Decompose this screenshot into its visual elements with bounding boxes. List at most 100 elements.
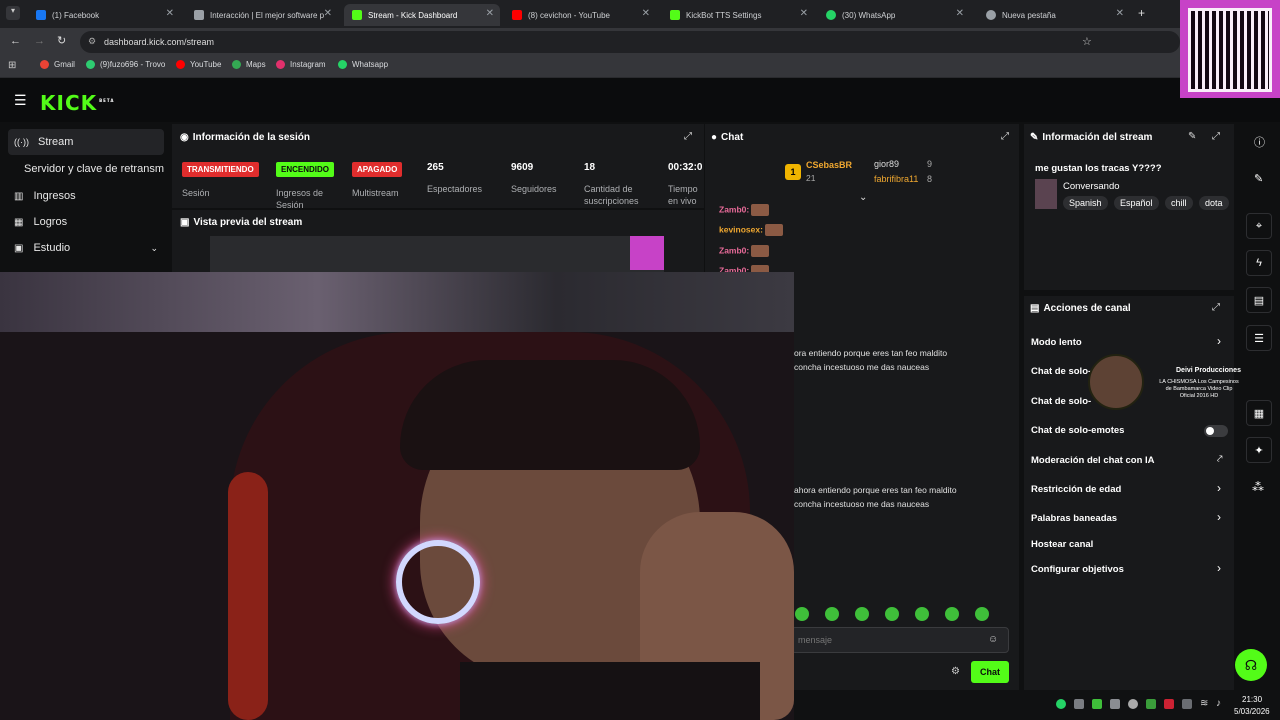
emoji-icon[interactable]: ☺ (988, 634, 998, 645)
forward-icon[interactable]: → (34, 35, 45, 47)
chevron-right-icon[interactable]: › (1217, 561, 1221, 575)
sidebar-item-server-key[interactable]: Servidor y clave de retransm (18, 156, 174, 182)
pencil-icon[interactable]: ✎ (1254, 172, 1263, 185)
chair-red-stripe (228, 472, 268, 720)
site-info-icon[interactable]: ⚙ (88, 36, 96, 47)
back-icon[interactable]: ← (10, 35, 21, 47)
tab-new[interactable]: Nueva pestaña ✕ (978, 4, 1130, 26)
gifter-name-3[interactable]: fabrifibra11 (874, 174, 918, 184)
bookmark-trovo[interactable]: (9)fuzo696 - Trovo (86, 60, 165, 69)
printer-icon[interactable]: ▦ (1246, 400, 1272, 426)
taskbar: ≋ ♪ 21:30 5/03/2026 (794, 690, 1280, 720)
close-icon[interactable]: ✕ (642, 8, 650, 19)
sidebar-item-logros[interactable]: ▦ Logros (8, 209, 164, 235)
app-icon[interactable] (1182, 699, 1192, 709)
tab-list-button[interactable]: ▾ (6, 6, 20, 20)
sidebar-item-ingresos[interactable]: ▥ Ingresos (8, 183, 164, 209)
instagram-icon (276, 60, 285, 69)
action-subscribers-only[interactable]: Chat de solo- (1031, 396, 1091, 407)
tab-kickbot[interactable]: KickBot TTS Settings ✕ (662, 4, 814, 26)
app-icon[interactable] (1164, 699, 1174, 709)
nodes-icon[interactable]: ⁂ (1252, 480, 1264, 494)
tab-whatsapp[interactable]: (30) WhatsApp ✕ (818, 4, 970, 26)
close-icon[interactable]: ✕ (956, 8, 964, 19)
whatsapp-icon[interactable] (1056, 699, 1066, 709)
app-icon[interactable] (1146, 699, 1156, 709)
kick-logo[interactable]: KICK BETA (40, 91, 114, 115)
emote-bar[interactable] (795, 607, 1015, 623)
chat-input[interactable] (791, 627, 1009, 653)
bookmark-star-icon[interactable]: ☆ (1082, 35, 1092, 48)
tab-kick-dashboard[interactable]: Stream - Kick Dashboard ✕ (344, 4, 500, 26)
bookmark-youtube[interactable]: YouTube (176, 60, 221, 69)
close-icon[interactable]: ✕ (324, 8, 332, 19)
chevron-right-icon[interactable]: › (1217, 334, 1221, 348)
emote[interactable] (915, 607, 929, 621)
action-ai-moderation[interactable]: Moderación del chat con IA (1031, 455, 1155, 466)
chevron-right-icon[interactable]: › (1217, 510, 1221, 524)
app-icon[interactable] (1110, 699, 1120, 709)
action-host-channel[interactable]: Hostear canal (1031, 539, 1093, 550)
reload-icon[interactable]: ↻ (57, 34, 66, 47)
edit-icon[interactable]: ✎ (1188, 131, 1196, 142)
emote[interactable] (795, 607, 809, 621)
emote[interactable] (945, 607, 959, 621)
close-icon[interactable]: ✕ (166, 8, 174, 19)
external-link-icon[interactable]: ⤤ (1217, 454, 1223, 465)
app-icon[interactable] (1128, 699, 1138, 709)
document-icon[interactable]: ▤ (1246, 287, 1272, 313)
expand-icon[interactable]: ⤢ (684, 131, 692, 142)
bookmark-gmail[interactable]: Gmail (40, 60, 75, 69)
stream-preview-thumbnail[interactable] (210, 236, 664, 272)
app-icon[interactable] (1092, 699, 1102, 709)
chat-send-button[interactable]: Chat (971, 661, 1009, 683)
expand-icon[interactable]: ⤢ (1212, 131, 1220, 142)
gear-icon[interactable]: ⚙ (951, 666, 960, 677)
emote[interactable] (855, 607, 869, 621)
chevron-right-icon[interactable]: › (1217, 481, 1221, 495)
clip-icon[interactable]: ⌖ (1246, 213, 1272, 239)
session-label: Sesión (182, 188, 210, 198)
sidebar-item-stream[interactable]: ((·)) Stream (8, 129, 164, 155)
bookmark-whatsapp[interactable]: Whatsapp (338, 60, 388, 69)
emote[interactable] (825, 607, 839, 621)
url-field[interactable]: ⚙ dashboard.kick.com/stream ☆ (80, 31, 1180, 53)
app-icon[interactable] (1074, 699, 1084, 709)
action-followers-only[interactable]: Chat de solo- (1031, 366, 1091, 377)
close-icon[interactable]: ✕ (1116, 8, 1124, 19)
expand-icon[interactable]: ⤢ (1212, 302, 1220, 313)
tab-facebook[interactable]: (1) Facebook ✕ (28, 4, 180, 26)
close-icon[interactable]: ✕ (800, 8, 808, 19)
apps-icon[interactable]: ⊞ (8, 60, 16, 71)
message-icon[interactable]: ☰ (1246, 325, 1272, 351)
wifi-icon[interactable]: ≋ (1200, 698, 1208, 709)
chat-title: ● Chat (711, 132, 744, 143)
qr-code-image (1188, 8, 1272, 92)
action-emotes-only[interactable]: Chat de solo-emotes (1031, 425, 1124, 436)
action-banned-words[interactable]: Palabras baneadas (1031, 513, 1117, 524)
expand-icon[interactable]: ⤢ (1001, 131, 1009, 142)
support-button[interactable]: ☊ (1235, 649, 1267, 681)
top-gifter-name[interactable]: CSebasBR (806, 160, 852, 170)
emote[interactable] (885, 607, 899, 621)
category-name[interactable]: Conversando (1063, 181, 1120, 192)
info-icon[interactable]: ⓘ (1254, 134, 1265, 150)
new-tab-button[interactable]: + (1138, 6, 1145, 20)
tab-interaccion[interactable]: Interacción | El mejor software p ✕ (186, 4, 338, 26)
action-age-restriction[interactable]: Restricción de edad (1031, 484, 1121, 495)
lightning-icon[interactable]: ϟ (1246, 250, 1272, 276)
volume-icon[interactable]: ♪ (1216, 698, 1221, 709)
close-icon[interactable]: ✕ (486, 8, 494, 19)
wrench-icon[interactable]: ✦ (1246, 437, 1272, 463)
emotes-only-toggle[interactable] (1204, 425, 1228, 437)
sidebar-item-estudio[interactable]: ▣ Estudio ⌄ (8, 235, 164, 261)
bookmark-maps[interactable]: Maps (232, 60, 266, 69)
tab-youtube[interactable]: (8) cevichon - YouTube ✕ (504, 4, 656, 26)
menu-icon[interactable]: ☰ (14, 92, 27, 109)
emote[interactable] (975, 607, 989, 621)
chevron-down-icon[interactable]: ⌄ (859, 192, 867, 203)
action-configure-goals[interactable]: Configurar objetivos (1031, 564, 1124, 575)
action-slow-mode[interactable]: Modo lento (1031, 337, 1082, 348)
bookmark-instagram[interactable]: Instagram (276, 60, 326, 69)
gifter-name-2[interactable]: gior89 (874, 159, 899, 169)
